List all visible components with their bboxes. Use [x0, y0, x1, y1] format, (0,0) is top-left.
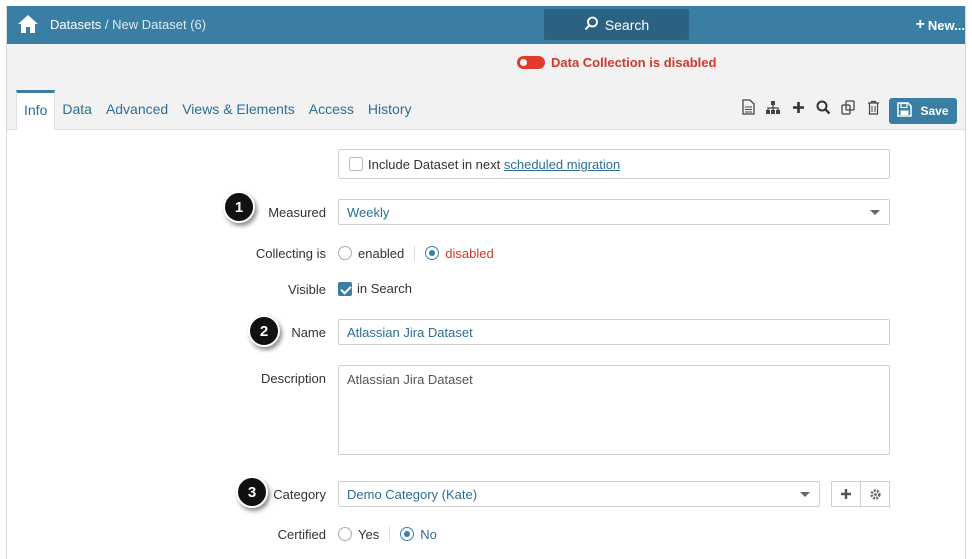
collecting-disabled-label[interactable]: disabled	[445, 246, 493, 261]
name-label: Name	[291, 325, 326, 340]
chevron-down-icon	[800, 492, 810, 497]
new-button[interactable]: + New...	[916, 16, 965, 34]
description-textarea[interactable]: Atlassian Jira Dataset	[338, 365, 890, 455]
home-icon[interactable]	[17, 14, 39, 34]
top-bar: Datasets / New Dataset (6) Search + New.…	[7, 6, 965, 44]
collecting-label: Collecting is	[255, 246, 326, 261]
migration-checkbox[interactable]	[349, 157, 363, 171]
save-button-label: Save	[920, 104, 949, 118]
collecting-enabled-radio[interactable]	[338, 246, 352, 260]
migration-label: Include Dataset in next scheduled migrat…	[368, 157, 620, 172]
measured-select[interactable]: Weekly	[338, 199, 890, 225]
measured-label: Measured	[268, 205, 326, 220]
callout-marker-2: 2	[248, 315, 280, 347]
certified-no-label[interactable]: No	[420, 527, 437, 542]
callout-marker-1: 1	[223, 191, 255, 223]
tab-access[interactable]: Access	[302, 90, 361, 130]
category-select[interactable]: Demo Category (Kate)	[338, 481, 820, 507]
collecting-radio-group: enabled disabled	[338, 245, 494, 261]
tab-data[interactable]: Data	[55, 90, 99, 130]
divider	[389, 526, 391, 542]
search-icon	[584, 16, 599, 34]
tab-bar: Info Data Advanced Views & Elements Acce…	[16, 90, 418, 130]
data-collection-status-text: Data Collection is disabled	[551, 55, 717, 70]
global-search-button[interactable]: Search	[544, 9, 689, 40]
new-button-label: New...	[927, 17, 965, 33]
certified-yes-radio[interactable]	[338, 527, 352, 541]
callout-marker-3: 3	[236, 476, 268, 508]
visible-in-search-checkbox[interactable]	[338, 281, 352, 296]
collecting-disabled-radio[interactable]	[425, 246, 440, 260]
tab-history[interactable]: History	[361, 90, 419, 130]
gear-icon	[869, 488, 881, 500]
add-category-button[interactable]	[831, 481, 861, 507]
tab-advanced[interactable]: Advanced	[99, 90, 175, 130]
certified-no-radio[interactable]	[400, 527, 415, 541]
category-actions	[831, 481, 890, 507]
collecting-enabled-label[interactable]: enabled	[358, 246, 404, 261]
visible-option: in Search	[338, 281, 412, 296]
breadcrumb-separator: /	[101, 17, 113, 32]
search-icon[interactable]	[815, 99, 831, 115]
tab-info[interactable]: Info	[16, 90, 56, 130]
certified-yes-label[interactable]: Yes	[358, 527, 379, 542]
migration-option: Include Dataset in next scheduled migrat…	[338, 149, 890, 179]
toolbar	[740, 99, 881, 115]
data-collection-toggle[interactable]	[517, 56, 545, 69]
save-button[interactable]: Save	[889, 98, 957, 124]
visible-label: Visible	[287, 282, 326, 297]
document-icon[interactable]	[740, 99, 756, 115]
floppy-disk-icon	[897, 102, 913, 120]
search-button-label: Search	[604, 16, 650, 33]
scheduled-migration-link[interactable]: scheduled migration	[504, 157, 620, 172]
copy-icon[interactable]	[840, 99, 856, 115]
migration-text: Include Dataset in next	[368, 157, 504, 172]
measured-value: Weekly	[347, 205, 390, 220]
breadcrumb-datasets[interactable]: Datasets	[50, 17, 101, 32]
chevron-down-icon	[870, 210, 880, 215]
plus-icon	[841, 489, 851, 499]
plus-icon[interactable]	[790, 99, 806, 115]
category-settings-button[interactable]	[861, 481, 890, 507]
category-label: Category	[273, 487, 326, 502]
description-label: Description	[260, 371, 326, 386]
category-value: Demo Category (Kate)	[347, 487, 478, 502]
app-window: Datasets / New Dataset (6) Search + New.…	[6, 6, 966, 559]
tab-views-elements[interactable]: Views & Elements	[175, 90, 302, 130]
data-collection-status[interactable]: Data Collection is disabled	[517, 55, 716, 70]
certified-label: Certified	[277, 527, 326, 542]
divider	[414, 245, 416, 261]
plus-icon: +	[915, 16, 925, 33]
hierarchy-icon[interactable]	[765, 99, 781, 115]
trash-icon[interactable]	[865, 99, 881, 115]
breadcrumb-current: New Dataset (6)	[112, 17, 207, 32]
certified-radio-group: Yes No	[338, 526, 437, 542]
page-header: Data Collection is disabled Info Data Ad…	[7, 44, 965, 130]
visible-in-search-label[interactable]: in Search	[357, 281, 412, 296]
breadcrumb: Datasets / New Dataset (6)	[50, 17, 206, 32]
name-input[interactable]: Atlassian Jira Dataset	[338, 319, 890, 345]
